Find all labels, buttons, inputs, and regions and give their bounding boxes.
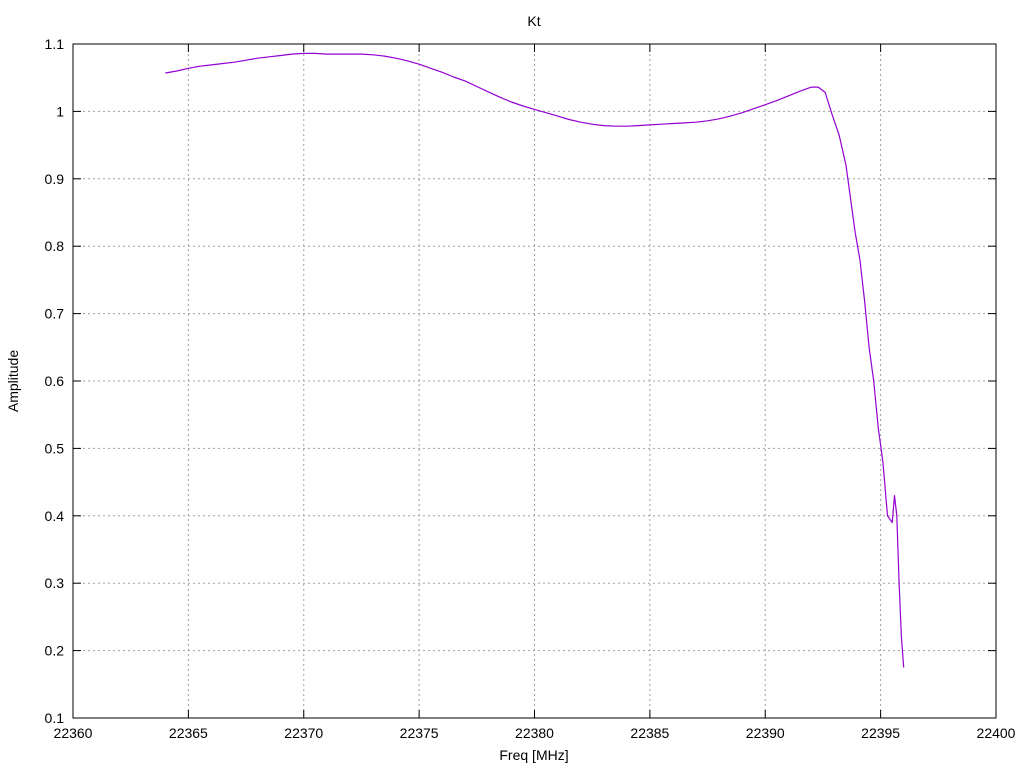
x-tick-label: 22400: [977, 725, 1016, 741]
x-tick-labels: 22360 22365 22370 22375 22380 22385 22390 22395…: [54, 725, 1016, 741]
y-tick-label: 0.6: [45, 373, 65, 389]
y-tick-label: 0.7: [45, 306, 65, 322]
y-tick-label: 1.1: [45, 36, 65, 52]
x-axis-label: Freq [MHz]: [499, 747, 568, 763]
grid-lines: [73, 44, 996, 718]
x-tick-label: 22390: [746, 725, 785, 741]
y-tick-label: 0.3: [45, 575, 65, 591]
x-tick-label: 22360: [54, 725, 93, 741]
chart-title: Kt: [527, 13, 540, 29]
x-tick-label: 22385: [630, 725, 669, 741]
y-tick-labels: 0.1 0.2 0.3 0.4 0.5 0.6 0.7 0.8 0.9 1 1.1: [45, 36, 65, 726]
y-tick-label: 0.5: [45, 440, 65, 456]
x-tick-label: 22380: [515, 725, 554, 741]
x-tick-label: 22395: [861, 725, 900, 741]
y-tick-label: 0.9: [45, 171, 65, 187]
chart: 22360 22365 22370 22375 22380 22385 22390 22395…: [5, 13, 1016, 763]
y-axis-label: Amplitude: [5, 350, 21, 412]
y-tick-label: 0.8: [45, 238, 65, 254]
x-tick-label: 22375: [400, 725, 439, 741]
y-tick-label: 1: [56, 103, 64, 119]
y-tick-label: 0.4: [45, 508, 65, 524]
x-tick-label: 22370: [284, 725, 323, 741]
y-tick-label: 0.1: [45, 710, 65, 726]
x-tick-label: 22365: [169, 725, 208, 741]
y-tick-label: 0.2: [45, 643, 65, 659]
